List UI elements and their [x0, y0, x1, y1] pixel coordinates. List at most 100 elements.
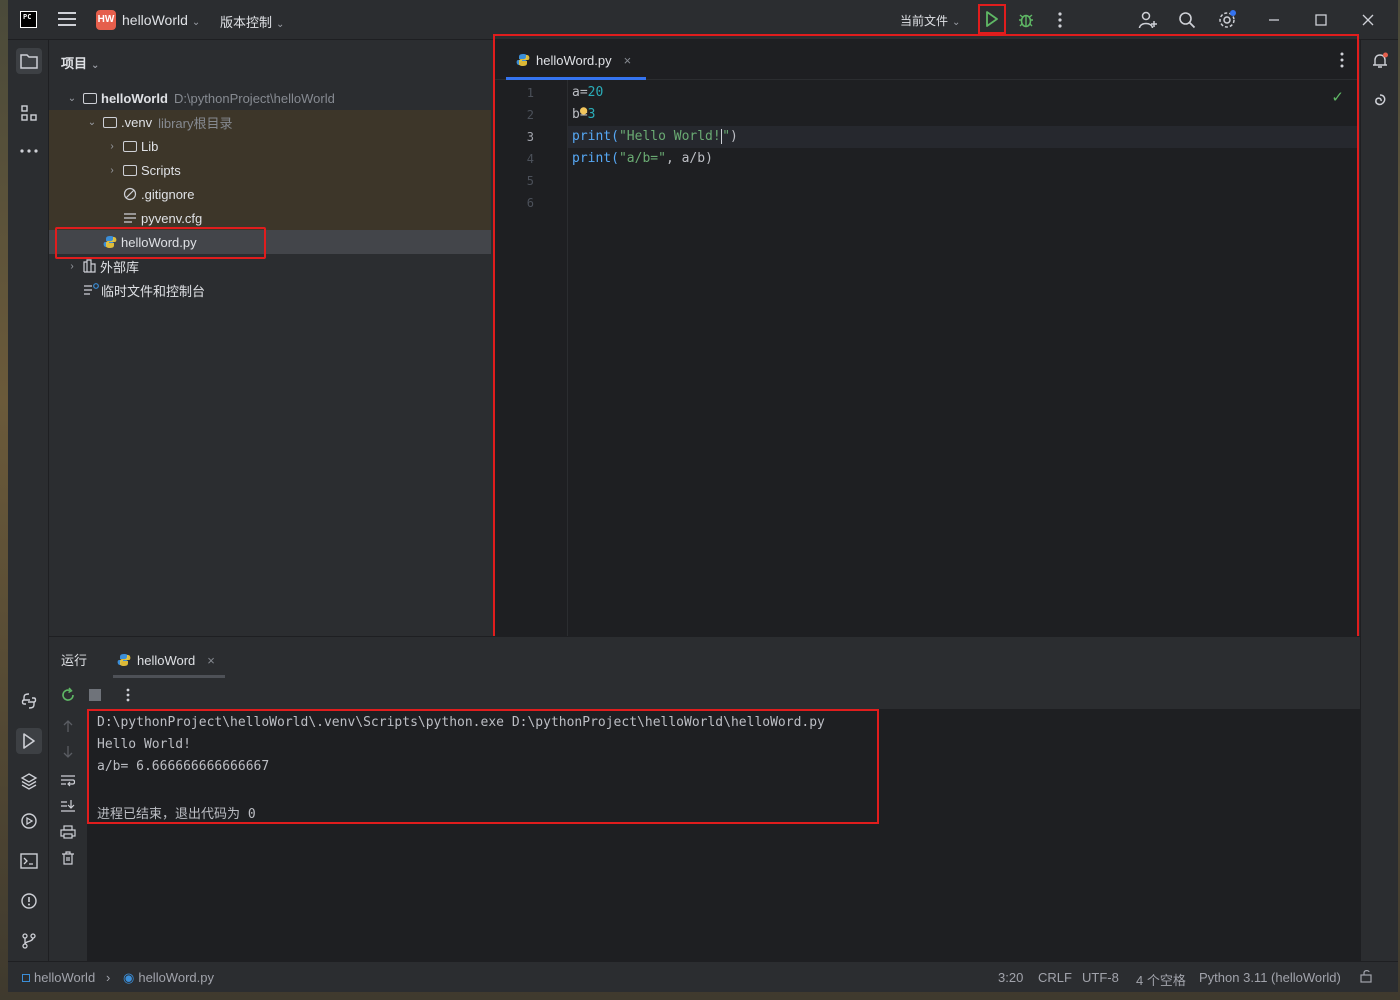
- project-tool-icon[interactable]: [16, 48, 42, 74]
- python-console-icon[interactable]: [16, 688, 42, 714]
- tree-item-pyvenv[interactable]: pyvenv.cfg: [49, 206, 491, 230]
- tree-item-scratches[interactable]: 临时文件和控制台: [49, 278, 491, 302]
- add-user-icon[interactable]: [1138, 10, 1158, 30]
- tree-item-label: Lib: [141, 138, 159, 154]
- more-actions-icon[interactable]: [1050, 10, 1070, 30]
- soft-wrap-icon[interactable]: [59, 771, 77, 789]
- breadcrumb-file[interactable]: ◉ helloWord.py: [123, 970, 214, 986]
- lightbulb-icon[interactable]: ●: [580, 103, 587, 117]
- expand-arrow-icon: ⌄: [67, 92, 77, 104]
- close-window-icon[interactable]: [1358, 10, 1378, 30]
- project-panel-header[interactable]: 项目 ⌄: [61, 53, 99, 72]
- title-bar: PC HW helloWorld ⌄ 版本控制 ⌄ 当前文件 ⌄: [8, 0, 1398, 40]
- run-config-label: 当前文件: [900, 14, 949, 28]
- bug-icon: [1019, 14, 1033, 28]
- pycharm-logo-icon: PC: [20, 11, 37, 28]
- python-file-icon: [103, 236, 117, 248]
- ai-assistant-icon[interactable]: [1367, 88, 1393, 114]
- run-panel: 运行 helloWord × D:\pythonProject\helloWor…: [49, 636, 1360, 962]
- line-number: 5: [526, 174, 534, 188]
- print-icon[interactable]: [59, 823, 77, 841]
- console-line: D:\pythonProject\helloWorld\.venv\Script…: [97, 715, 825, 730]
- tree-item-root[interactable]: ⌄ helloWorld D:\pythonProject\helloWorld: [49, 86, 491, 110]
- tree-item-gitignore[interactable]: .gitignore: [49, 182, 491, 206]
- code-token: ": [722, 129, 731, 144]
- code-token: "a/b=": [618, 151, 666, 166]
- scratches-icon: [84, 283, 99, 295]
- indent-setting[interactable]: 4 个空格: [1136, 970, 1186, 989]
- python-file-icon: [516, 54, 530, 66]
- close-tab-icon[interactable]: ×: [624, 53, 632, 68]
- left-tool-strip: [8, 40, 49, 961]
- tree-item-label: helloWorld: [101, 90, 168, 106]
- tree-item-helloword[interactable]: helloWord.py: [49, 230, 491, 254]
- settings-gear-icon[interactable]: [1217, 10, 1237, 30]
- no-problems-check-icon[interactable]: ✓: [1331, 88, 1344, 106]
- tree-item-venv[interactable]: ⌄ .venv library根目录: [49, 110, 491, 134]
- tree-item-scripts[interactable]: › Scripts: [49, 158, 491, 182]
- debug-button[interactable]: [1016, 10, 1036, 30]
- minimize-icon[interactable]: [1264, 10, 1284, 30]
- project-switcher[interactable]: helloWorld ⌄: [122, 12, 200, 28]
- active-tab-indicator: [113, 675, 225, 678]
- layers-icon[interactable]: [16, 768, 42, 794]
- notifications-bell-icon[interactable]: [1367, 48, 1393, 74]
- tree-item-label: 外部库: [100, 259, 140, 275]
- console-output[interactable]: D:\pythonProject\helloWorld\.venv\Script…: [87, 709, 1360, 962]
- tree-item-external-libs[interactable]: › 外部库: [49, 254, 491, 278]
- maximize-icon[interactable]: [1311, 10, 1331, 30]
- services-icon[interactable]: [16, 808, 42, 834]
- right-tool-strip: [1360, 40, 1398, 961]
- run-tool-icon[interactable]: [16, 728, 42, 754]
- scroll-down-icon[interactable]: [59, 743, 77, 761]
- search-icon[interactable]: [1177, 10, 1197, 30]
- git-branch-icon[interactable]: [16, 928, 42, 954]
- stop-icon[interactable]: [86, 686, 104, 704]
- play-icon: [986, 11, 998, 27]
- main-menu-icon[interactable]: [58, 12, 76, 28]
- lock-icon[interactable]: [1360, 969, 1374, 986]
- tree-item-label: 临时文件和控制台: [101, 283, 206, 299]
- file-encoding[interactable]: UTF-8: [1082, 970, 1119, 985]
- run-button[interactable]: [978, 4, 1006, 34]
- more-tools-icon[interactable]: [16, 138, 42, 164]
- trash-icon[interactable]: [59, 849, 77, 867]
- terminal-icon[interactable]: [16, 848, 42, 874]
- chevron-down-icon: ⌄: [91, 60, 100, 71]
- breadcrumb-project[interactable]: helloWorld: [22, 970, 95, 985]
- line-number: 1: [526, 86, 534, 100]
- editor-tab-label: helloWord.py: [536, 52, 612, 68]
- line-number: 4: [526, 152, 534, 166]
- scroll-to-end-icon[interactable]: [59, 797, 77, 815]
- tree-item-lib[interactable]: › Lib: [49, 134, 491, 158]
- python-interpreter[interactable]: Python 3.11 (helloWorld): [1199, 970, 1341, 985]
- line-number: 2: [526, 108, 534, 122]
- scroll-up-icon[interactable]: [59, 717, 77, 735]
- editor-more-icon[interactable]: [1340, 52, 1344, 71]
- editor-tab-helloword[interactable]: helloWord.py ×: [506, 40, 646, 80]
- structure-tool-icon[interactable]: [16, 100, 42, 126]
- caret-position[interactable]: 3:20: [998, 970, 1023, 985]
- console-line: 进程已结束，退出代码为 0: [97, 807, 256, 822]
- vcs-menu[interactable]: 版本控制 ⌄: [220, 12, 284, 31]
- code-line-2[interactable]: b=3 ●: [572, 103, 595, 122]
- vcs-label: 版本控制: [220, 15, 273, 30]
- collapsed-arrow-icon: ›: [110, 140, 114, 152]
- run-tab-helloword[interactable]: helloWord ×: [113, 643, 225, 677]
- code-editor: helloWord.py × 1 2 3 4 5 6 a=20 b=3 ● pri…: [494, 40, 1358, 636]
- ide-window: PC HW helloWorld ⌄ 版本控制 ⌄ 当前文件 ⌄ 项目 ⌄ ⌄ …: [8, 0, 1398, 992]
- project-badge: HW: [96, 10, 116, 30]
- code-line-3[interactable]: print("Hello World! "): [572, 129, 738, 144]
- code-line-1[interactable]: a=20: [572, 85, 603, 100]
- collapsed-arrow-icon: ›: [110, 164, 114, 176]
- run-config-selector[interactable]: 当前文件 ⌄: [900, 12, 960, 29]
- problems-icon[interactable]: [16, 888, 42, 914]
- close-tab-icon[interactable]: ×: [207, 653, 215, 668]
- tree-item-label: .venv: [121, 114, 153, 130]
- code-line-4[interactable]: print("a/b=", a/b): [572, 151, 713, 166]
- console-toolbar: [49, 709, 87, 962]
- line-separator[interactable]: CRLF: [1038, 970, 1072, 985]
- rerun-icon[interactable]: [59, 686, 77, 704]
- chevron-down-icon: ⌄: [276, 19, 285, 30]
- run-more-icon[interactable]: [119, 686, 137, 704]
